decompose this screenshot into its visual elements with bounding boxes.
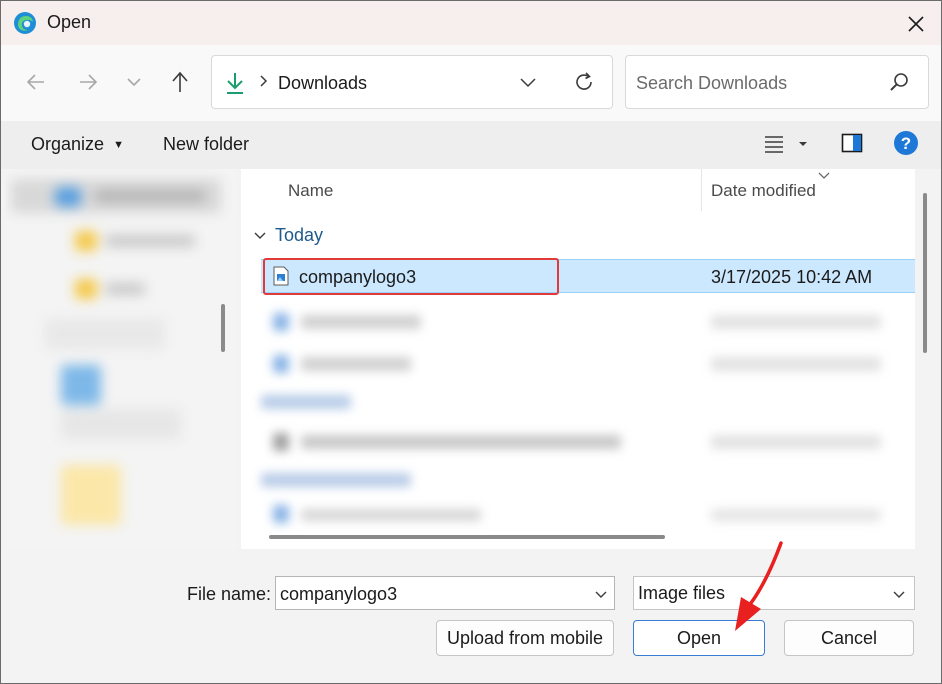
arrow-left-icon (26, 74, 44, 90)
view-options-button[interactable] (763, 133, 813, 160)
download-icon (224, 71, 246, 100)
arrow-up-icon (172, 71, 188, 92)
address-bar[interactable]: Downloads (211, 55, 613, 109)
upload-from-mobile-button[interactable]: Upload from mobile (436, 620, 614, 656)
navigation-pane[interactable] (5, 169, 237, 549)
svg-text:?: ? (901, 134, 911, 153)
recent-locations-button[interactable] (117, 65, 151, 99)
chevron-right-icon (258, 73, 268, 94)
search-icon[interactable] (888, 71, 910, 98)
dialog-footer: File name: Image files Upload from mobil… (1, 549, 941, 683)
search-box[interactable] (625, 55, 929, 109)
organize-label: Organize (31, 134, 105, 154)
chevron-down-icon (254, 232, 266, 239)
refresh-icon[interactable] (572, 70, 596, 99)
close-icon (908, 16, 924, 32)
column-header-name[interactable]: Name (288, 181, 333, 201)
column-header-date-modified[interactable]: Date modified (711, 181, 816, 201)
group-label: Today (275, 225, 324, 245)
preview-pane-icon (841, 133, 863, 153)
file-name-input[interactable] (280, 582, 580, 606)
navigation-pane-scrollbar[interactable] (221, 304, 225, 352)
file-date-modified: 3/17/2025 10:42 AM (711, 267, 873, 287)
arrow-right-icon (80, 74, 98, 90)
forward-button[interactable] (71, 65, 105, 99)
search-input[interactable] (636, 70, 876, 96)
horizontal-scrollbar[interactable] (269, 535, 665, 539)
organize-menu[interactable]: Organize ▼ (31, 134, 124, 155)
red-arrow-annotation (735, 541, 783, 631)
back-button[interactable] (19, 65, 53, 99)
file-list: Name Date modified Today companylogo3 3/… (241, 169, 915, 549)
sort-caret-icon (817, 169, 831, 185)
chevron-down-icon (892, 587, 906, 605)
window-title: Open (47, 12, 92, 32)
help-icon: ? (894, 131, 918, 155)
help-button[interactable]: ? (893, 130, 919, 161)
vertical-scrollbar[interactable] (923, 193, 927, 353)
navigation-bar: Downloads (1, 45, 941, 121)
close-button[interactable] (901, 9, 931, 39)
chevron-down-icon (127, 78, 141, 87)
file-type-value: Image files (638, 583, 726, 603)
file-name-label: File name: (187, 584, 272, 604)
blurred-file-rows (261, 299, 901, 529)
navigation-pane-blurred-content (5, 169, 237, 549)
column-divider[interactable] (701, 169, 702, 211)
open-file-dialog: Open Downloads Search Downloads Organize… (0, 0, 942, 684)
cancel-button[interactable]: Cancel (784, 620, 914, 656)
highlight-annotation (263, 258, 559, 295)
caret-down-icon: ▼ (113, 139, 124, 151)
preview-pane-button[interactable] (841, 132, 863, 159)
chevron-down-icon[interactable] (594, 587, 608, 605)
edge-browser-icon (13, 11, 37, 35)
new-folder-button[interactable]: New folder (163, 134, 249, 155)
group-header-today[interactable]: Today (253, 225, 323, 246)
up-button[interactable] (163, 65, 197, 99)
command-bar: Organize ▼ New folder ? (1, 121, 941, 169)
title-bar: Open (1, 1, 941, 45)
list-view-icon (765, 136, 807, 153)
address-dropdown-icon[interactable] (518, 72, 538, 97)
breadcrumb-downloads[interactable]: Downloads (278, 73, 367, 94)
file-name-combobox[interactable] (275, 576, 615, 610)
